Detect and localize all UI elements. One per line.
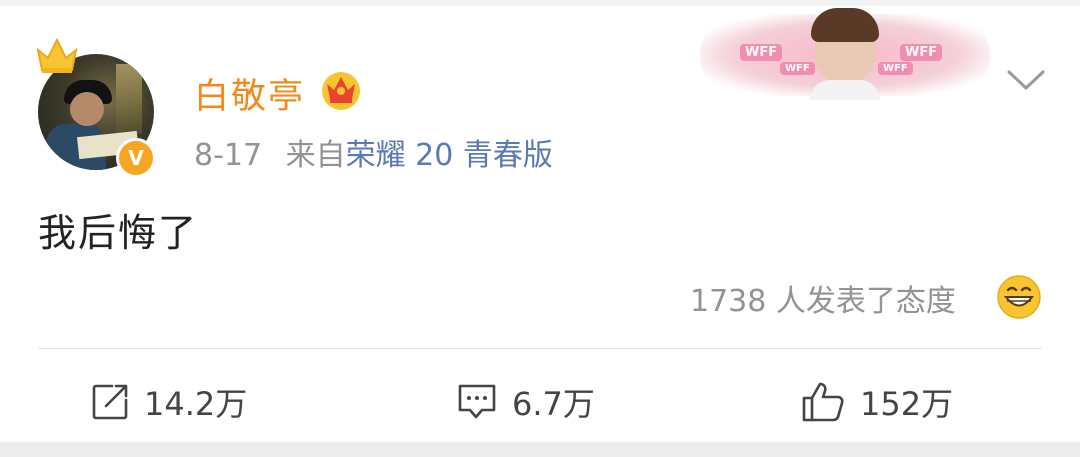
decoration-tag: WFF — [878, 62, 913, 75]
username[interactable]: 白敬亭 — [194, 68, 305, 119]
decoration-portrait-body — [810, 80, 880, 100]
verified-badge: V — [116, 138, 156, 178]
decoration-tag: WFF — [780, 62, 815, 75]
comment-icon — [458, 384, 496, 419]
comment-count: 6.7万 — [512, 385, 595, 423]
comment-button[interactable]: 6.7万 — [456, 372, 595, 432]
decoration-tag: WFF — [740, 44, 783, 61]
thumbs-up-icon — [802, 382, 844, 422]
avatar-crown-icon — [36, 37, 78, 73]
reactions-summary[interactable]: 1738 人发表了态度 — [690, 276, 956, 320]
bottom-separator-strip — [0, 442, 1080, 457]
repost-count: 14.2万 — [144, 385, 248, 423]
grin-emoji-icon[interactable] — [996, 274, 1042, 320]
source-prefix: 来自 — [285, 138, 346, 173]
weibo-post-card: WFF WFF WFF WFF V 白敬亭 8-17 来自荣耀 20 青春版 我 — [0, 6, 1080, 442]
like-button[interactable]: 152万 — [800, 372, 953, 432]
chevron-down-icon[interactable] — [1006, 68, 1046, 92]
post-meta: 8-17 来自荣耀 20 青春版 — [194, 130, 553, 174]
repost-icon — [92, 384, 128, 420]
source-device-link[interactable]: 荣耀 20 青春版 — [346, 138, 553, 173]
post-date: 8-17 — [194, 138, 263, 173]
decoration-portrait — [811, 8, 879, 84]
like-count: 152万 — [860, 385, 954, 423]
decoration-tag: WFF — [900, 44, 943, 61]
action-bar-divider — [38, 348, 1042, 349]
card-decoration-banner: WFF WFF WFF WFF — [700, 8, 990, 100]
post-content: 我后悔了 — [38, 211, 199, 255]
crown-icon[interactable] — [318, 66, 364, 112]
repost-button[interactable]: 14.2万 — [90, 372, 247, 432]
